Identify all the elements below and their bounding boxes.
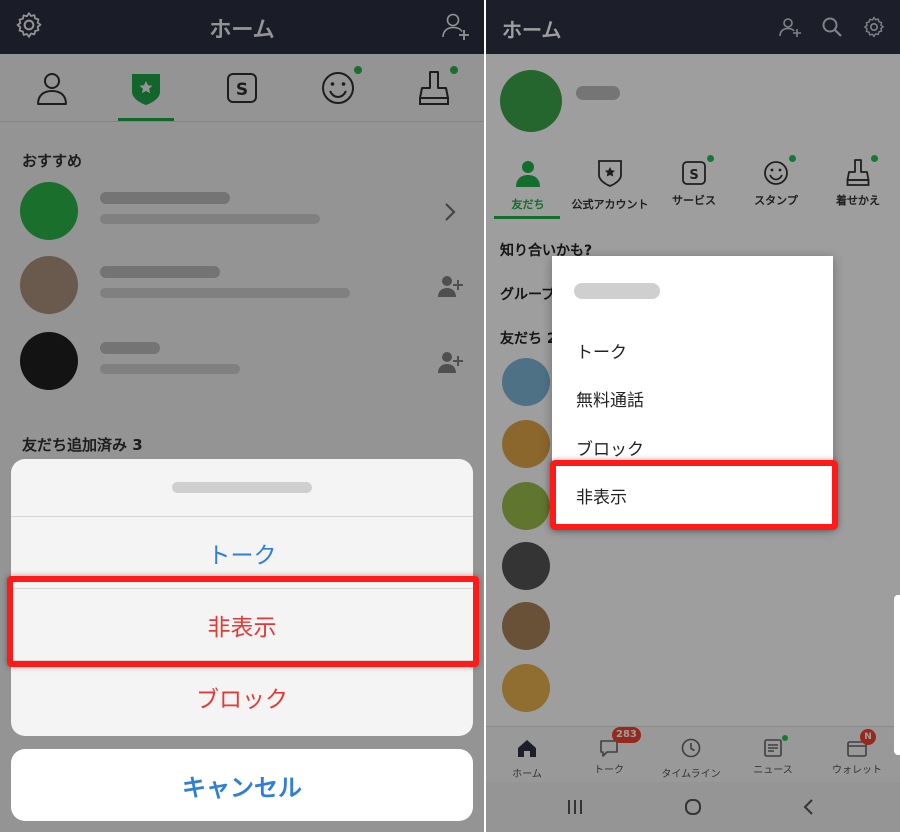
highlight-box xyxy=(7,576,479,667)
action-sheet-title xyxy=(11,459,473,517)
block-option[interactable]: ブロック xyxy=(11,661,473,733)
cancel-button[interactable]: キャンセル xyxy=(11,749,473,821)
menu-item-free-call[interactable]: 無料通話 xyxy=(552,375,833,424)
highlight-box xyxy=(550,460,838,530)
ios-screen: ホーム S おすすめ 友だち追加済み 3 トーク 非表示 ブロック キャンセル xyxy=(0,0,484,832)
context-menu-title xyxy=(552,256,833,326)
menu-item-talk[interactable]: トーク xyxy=(552,326,833,375)
edge-panel-handle[interactable] xyxy=(894,595,900,755)
